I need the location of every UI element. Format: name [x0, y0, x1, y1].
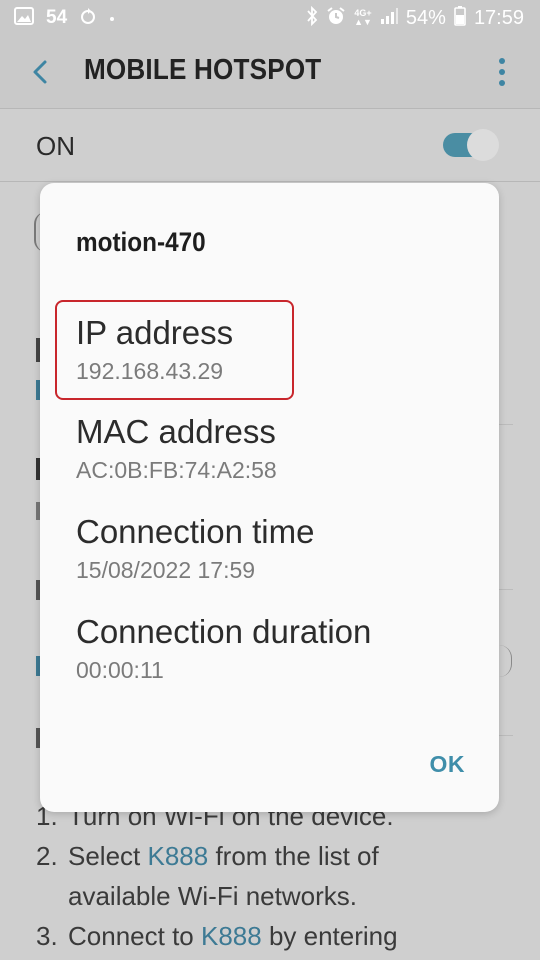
sync-icon — [79, 7, 97, 30]
more-vert-icon[interactable] — [494, 54, 510, 90]
app-bar: MOBILE HOTSPOT — [0, 36, 540, 108]
status-bar: 54 4G+ ▲▼ 54% 17:59 — [0, 0, 540, 36]
field-value: 192.168.43.29 — [76, 358, 224, 384]
field-value: 15/08/2022 17:59 — [76, 557, 256, 583]
ok-button[interactable]: OK — [430, 751, 466, 778]
dot-icon — [109, 9, 115, 27]
instruction-step: available Wi-Fi networks. — [68, 881, 357, 911]
network-name-link[interactable]: K888 — [201, 921, 262, 951]
instruction-step: 2. Select K888 from the list of — [36, 841, 379, 871]
connection-instructions: 1. Turn on Wi-Fi on the device. 2. Selec… — [36, 796, 536, 956]
mac-address-field: MAC address AC:0B:FB:74:A2:58 — [76, 412, 277, 485]
background-divider-3 — [499, 735, 513, 736]
network-type: 4G+ ▲▼ — [354, 8, 372, 27]
battery-icon — [454, 5, 466, 31]
background-divider-2 — [499, 589, 513, 590]
hotspot-toggle[interactable] — [443, 129, 499, 161]
connection-duration-field: Connection duration 00:00:11 — [76, 612, 371, 685]
field-label: Connection duration — [76, 613, 372, 650]
status-bar-right: 4G+ ▲▼ 54% 17:59 — [306, 5, 524, 31]
switch-label: ON — [36, 131, 75, 161]
hotspot-master-switch-row[interactable]: ON — [0, 109, 540, 181]
notification-count: 54 — [46, 7, 68, 28]
background-edit-icon-fragment — [499, 645, 512, 677]
signal-icon — [380, 7, 398, 30]
ip-address-field: IP address 192.168.43.29 — [76, 313, 233, 386]
status-time: 17:59 — [473, 7, 524, 29]
field-label: MAC address — [76, 413, 276, 450]
field-label: Connection time — [76, 513, 315, 550]
alarm-icon — [326, 6, 346, 31]
instruction-step: 3. Connect to K888 by entering — [36, 921, 398, 951]
field-value: AC:0B:FB:74:A2:58 — [76, 457, 277, 483]
page-title: MOBILE HOTSPOT — [84, 54, 322, 86]
toggle-knob — [467, 129, 499, 161]
network-name-link[interactable]: K888 — [148, 841, 209, 871]
connected-device-dialog: motion-470 IP address 192.168.43.29 MAC … — [40, 183, 499, 812]
back-arrow-icon[interactable] — [22, 50, 62, 94]
switch-row-divider — [0, 181, 540, 182]
connection-time-field: Connection time 15/08/2022 17:59 — [76, 512, 314, 585]
battery-percent: 54% — [405, 7, 446, 29]
field-label: IP address — [76, 314, 234, 351]
device-name: motion-470 — [76, 227, 206, 257]
background-divider — [499, 424, 513, 425]
image-icon — [14, 6, 34, 30]
field-value: 00:00:11 — [76, 657, 164, 683]
bluetooth-icon — [306, 5, 318, 31]
status-bar-left: 54 — [14, 6, 115, 30]
